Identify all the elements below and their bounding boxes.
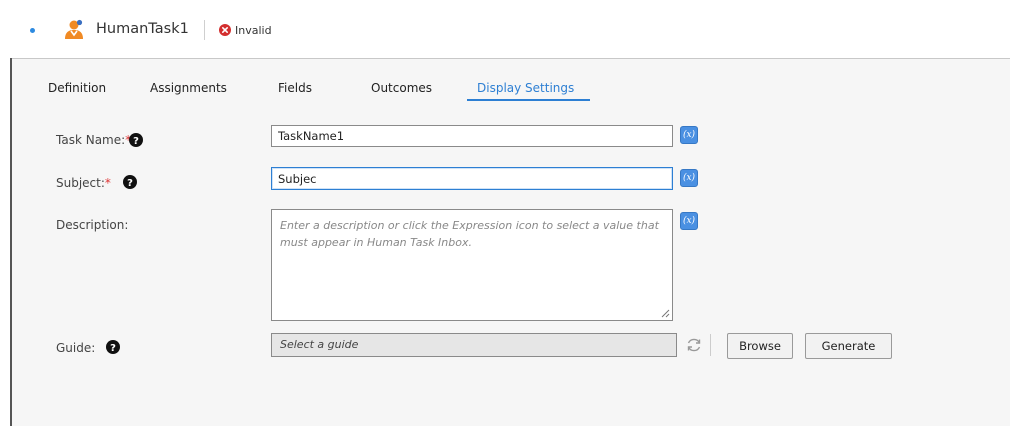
unsaved-indicator-dot — [30, 28, 35, 33]
task-name-label-text: Task Name: — [56, 133, 126, 147]
description-textarea[interactable] — [271, 209, 673, 321]
expression-icon: (x) — [682, 130, 696, 140]
help-icon[interactable]: ? — [106, 340, 120, 354]
help-icon[interactable]: ? — [123, 175, 137, 189]
display-settings-panel: Definition Assignments Fields Outcomes D… — [12, 59, 1010, 426]
generate-button[interactable]: Generate — [805, 333, 892, 359]
tab-fields[interactable]: Fields — [278, 81, 312, 95]
user-person-icon — [65, 19, 83, 39]
description-expression-button[interactable]: (x) — [680, 212, 698, 230]
expression-icon: (x) — [682, 216, 696, 226]
task-title: HumanTask1 — [96, 21, 189, 37]
active-tab-indicator — [467, 99, 590, 101]
guide-actions-separator — [710, 334, 711, 356]
svg-text:?: ? — [110, 343, 116, 354]
tab-assignments[interactable]: Assignments — [150, 81, 227, 95]
tab-definition[interactable]: Definition — [48, 81, 106, 95]
refresh-icon[interactable] — [685, 336, 703, 354]
resize-handle-icon[interactable] — [661, 309, 670, 318]
description-label: Description: — [56, 218, 129, 232]
tab-display-settings[interactable]: Display Settings — [477, 81, 574, 95]
expression-icon: (x) — [682, 173, 696, 183]
task-name-input[interactable] — [271, 125, 673, 147]
required-asterisk: * — [104, 176, 111, 190]
guide-select[interactable]: Select a guide — [271, 333, 677, 357]
subject-input[interactable] — [271, 167, 673, 190]
browse-button[interactable]: Browse — [727, 333, 793, 359]
task-header: HumanTask1 Invalid — [0, 0, 1010, 58]
help-icon[interactable]: ? — [129, 133, 143, 147]
status-label: Invalid — [235, 24, 272, 37]
subject-label: Subject:* — [56, 176, 111, 190]
task-name-label: Task Name:* — [56, 133, 131, 147]
error-x-circle-icon — [219, 24, 231, 36]
subject-label-text: Subject: — [56, 176, 105, 190]
svg-text:?: ? — [133, 136, 139, 147]
guide-label: Guide: — [56, 341, 96, 355]
header-divider — [204, 20, 205, 40]
tab-outcomes[interactable]: Outcomes — [371, 81, 432, 95]
svg-text:?: ? — [127, 178, 133, 189]
task-name-expression-button[interactable]: (x) — [680, 126, 698, 144]
subject-expression-button[interactable]: (x) — [680, 169, 698, 187]
